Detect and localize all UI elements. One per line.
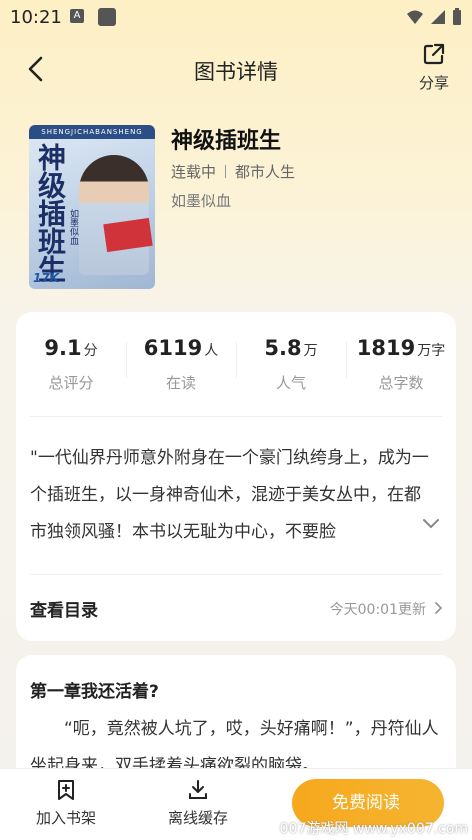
stat-label: 总字数 [378,374,424,392]
bookshelf-add-icon [58,780,74,800]
share-icon [423,43,445,65]
book-author[interactable]: 如墨似血 [171,190,231,211]
wifi-icon [407,10,423,24]
cover-author: 如墨似血 [68,209,78,245]
stat-value: 6119 [143,336,203,360]
chapter-title: 第一章我还活着? [30,682,159,702]
cover-top-text: SHENGJICHABANSHENG [29,125,155,139]
stat-readers: 6119 人 在读 [126,336,236,406]
book-category[interactable]: 都市人生 [235,161,295,182]
bottom-action-bar: 加入书架 离线缓存 免费阅读 007游戏网 www.yx007.com [0,768,472,840]
book-meta: 连载中 都市人生 [171,161,295,182]
add-shelf-label: 加入书架 [35,809,96,827]
download-icon [189,780,207,799]
stat-unit: 人 [204,343,219,359]
cover-illustration [79,155,149,275]
divider [30,574,442,575]
stat-unit: 分 [83,343,98,359]
cover-logo: 17K [33,271,59,285]
catalog-row[interactable]: 查看目录 今天00:01更新 [16,584,456,634]
battery-icon [453,8,461,25]
notification-a-icon: A [70,9,84,23]
book-status: 连载中 [171,163,217,181]
book-title: 神级插班生 [171,129,282,154]
stat-value: 5.8 [264,336,302,360]
add-to-shelf-button[interactable]: 加入书架 [26,779,106,828]
chevron-right-icon [435,602,443,614]
book-cover: SHENGJICHABANSHENG 神级插班生 如墨似血 17K [29,125,155,289]
synopsis-text[interactable]: "一代仙界丹师意外附身在一个豪门纨绔身上，成为一个插班生，以一身神奇仙术，混迹于… [30,440,430,551]
stat-wordcount: 1819 万字 总字数 [346,336,456,406]
catalog-label: 查看目录 [30,601,98,621]
stat-unit: 万字 [417,343,446,359]
page-title: 图书详情 [194,60,278,84]
info-card: 9.1 分 总评分 6119 人 在读 5.8 万 人气 1819 万字 总字数 "一代… [16,312,456,641]
share-label: 分享 [418,74,449,92]
expand-chevron-down-icon[interactable] [422,518,440,530]
status-time: 10:21 [10,7,62,28]
catalog-update-time: 今天00:01更新 [329,602,426,618]
stat-popularity: 5.8 万 人气 [236,336,346,406]
offline-cache-button[interactable]: 离线缓存 [158,779,238,828]
stat-unit: 万 [303,343,318,359]
watermark-logo: 007游戏网 www.yx007.com [279,821,468,837]
meta-divider [225,165,227,178]
stat-value: 1819 [356,336,416,360]
signal-icon [431,10,445,24]
stat-rating: 9.1 分 总评分 [16,336,126,406]
cover-title: 神级插班生 [34,143,67,283]
divider [30,416,442,417]
status-bar: 10:21 A [0,0,472,34]
offline-cache-label: 离线缓存 [167,809,228,827]
stat-label: 人气 [275,374,306,392]
share-button[interactable]: 分享 [414,42,454,93]
stat-label: 在读 [165,374,196,392]
notification-app-icon [98,8,116,26]
status-indicators [406,8,462,26]
stat-value: 9.1 [44,336,82,360]
stats-row: 9.1 分 总评分 6119 人 在读 5.8 万 人气 1819 万字 总字数 [16,336,456,406]
stat-label: 总评分 [48,374,94,392]
nav-bar: 图书详情 分享 [0,40,472,100]
